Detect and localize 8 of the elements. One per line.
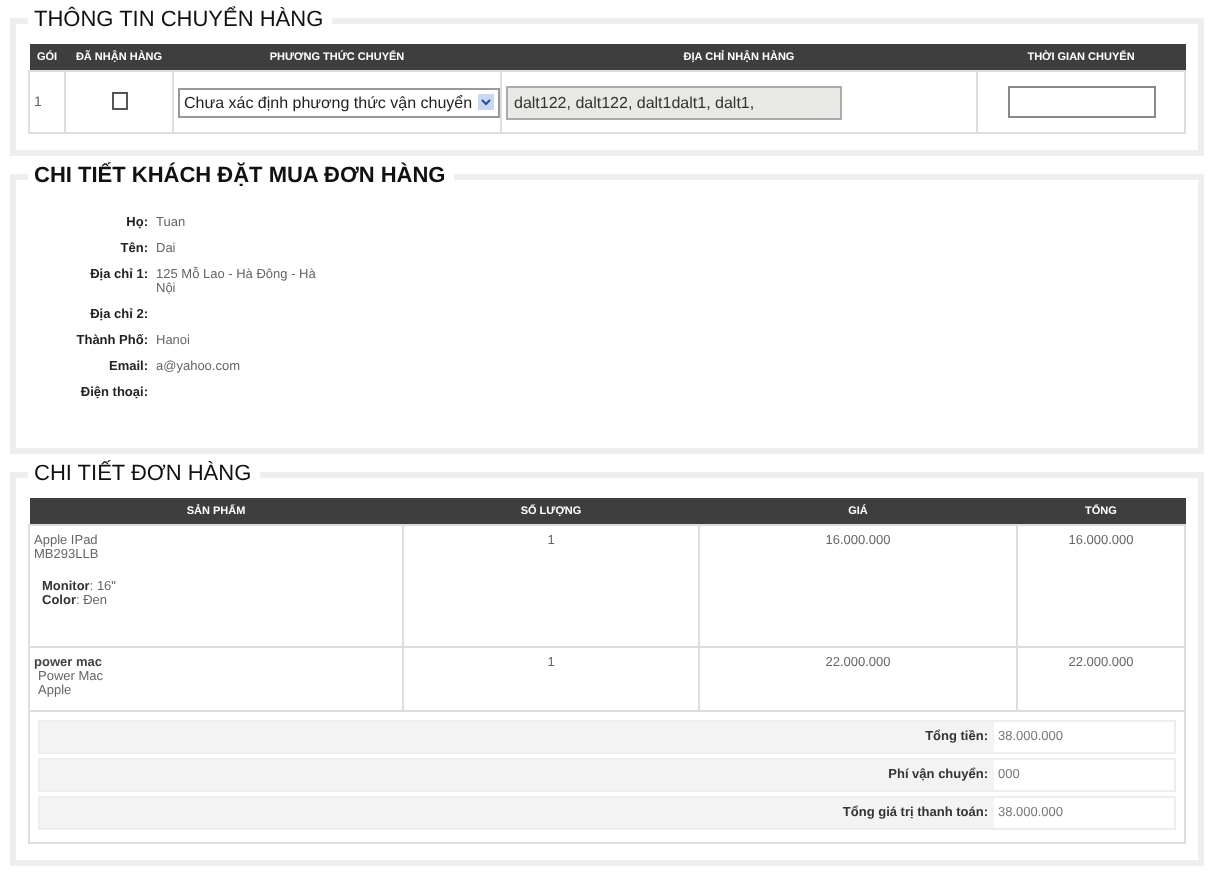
section-title: THÔNG TIN CHUYỂN HÀNG xyxy=(32,8,326,32)
section-title: CHI TIẾT ĐƠN HÀNG xyxy=(32,462,254,486)
shipping-method-dropdown[interactable]: Chưa xác định phương thức vận chuyển xyxy=(178,87,501,117)
caret-icon xyxy=(478,94,495,110)
received-checkbox[interactable] xyxy=(111,91,127,109)
shipping-time-field[interactable] xyxy=(1007,86,1155,118)
address-field[interactable]: dalt122, dalt122, dalt1dalt1, dalt1, xyxy=(506,85,842,119)
section-title: CHI TIẾT KHÁCH ĐẶT MUA ĐƠN HÀNG xyxy=(32,164,448,188)
